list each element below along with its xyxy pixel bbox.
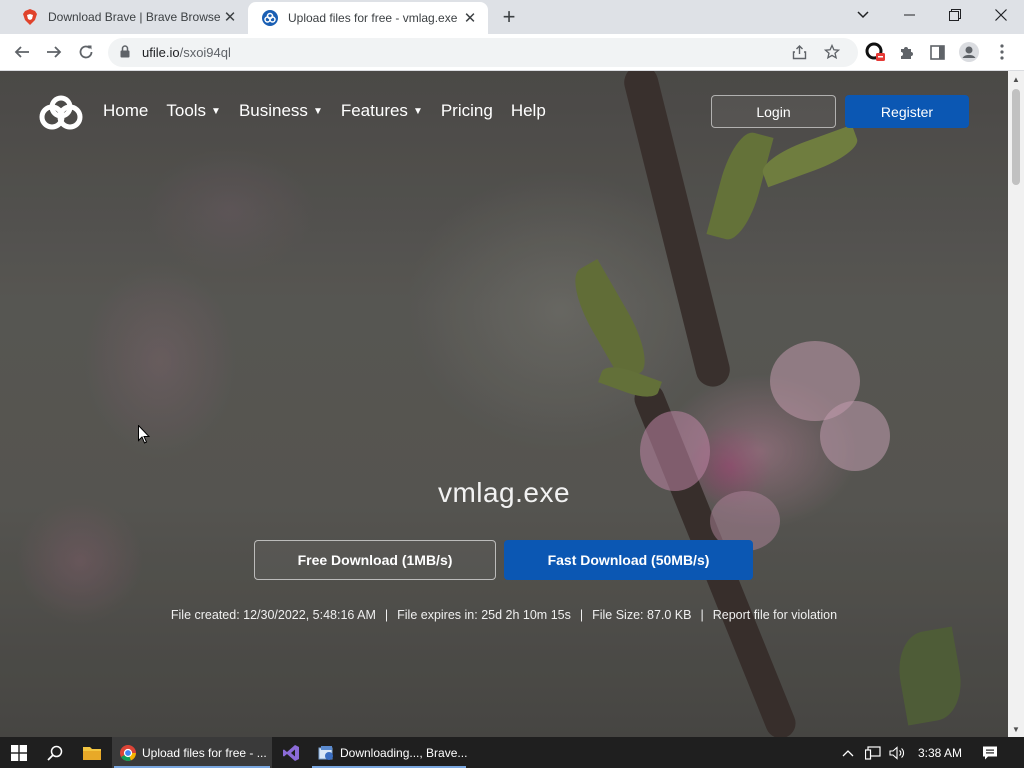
fast-download-button[interactable]: Fast Download (50MB/s) [504, 540, 753, 580]
show-hidden-icons-icon[interactable] [842, 737, 854, 768]
visual-studio-icon[interactable] [272, 737, 310, 768]
minimize-button[interactable] [886, 0, 932, 30]
tab-brave-download[interactable]: Download Brave | Brave Browser ✕ [8, 0, 248, 34]
login-button[interactable]: Login [711, 95, 836, 128]
url-path: /sxoi94ql [179, 45, 231, 60]
brave-lion-icon [22, 9, 38, 25]
file-size-text: File Size: 87.0 KB [592, 608, 692, 622]
tab-title: Upload files for free - vmlag.exe [288, 11, 458, 25]
new-tab-button[interactable]: + [496, 4, 522, 29]
free-download-button[interactable]: Free Download (1MB/s) [254, 540, 496, 580]
nav-label: Business [238, 101, 308, 120]
separator: | [579, 608, 584, 622]
restore-button[interactable] [932, 0, 978, 30]
back-button[interactable] [9, 39, 35, 65]
file-expires-text: File expires in: 25d 2h 10m 15s [397, 608, 571, 622]
close-icon[interactable]: ✕ [460, 8, 480, 28]
chevron-down-icon: ▼ [412, 105, 423, 117]
url-text: ufile.io/sxoi94ql [142, 45, 231, 60]
chevron-down-icon: ▼ [211, 105, 221, 117]
register-button[interactable]: Register [845, 95, 969, 128]
page-scrollbar[interactable]: ▲ ▼ [1008, 71, 1024, 737]
extension-icon[interactable] [862, 39, 888, 65]
nav-home[interactable]: Home [103, 101, 148, 121]
chevron-down-icon: ▼ [312, 105, 323, 117]
volume-icon[interactable] [889, 737, 905, 768]
url-host: ufile.io [142, 45, 180, 60]
windows-taskbar: Upload files for free - ... Downloading.… [0, 737, 1024, 768]
file-explorer-icon[interactable] [73, 737, 111, 768]
close-window-button[interactable] [978, 0, 1024, 30]
bookmark-star-icon[interactable] [823, 43, 841, 65]
nav-tools[interactable]: Tools ▼ [166, 101, 221, 121]
side-panel-icon[interactable] [924, 39, 950, 65]
taskbar-app-chrome[interactable]: Upload files for free - ... [112, 737, 272, 768]
taskbar-app-label: Upload files for free - ... [142, 745, 267, 760]
browser-toolbar: ufile.io/sxoi94ql [0, 34, 1024, 71]
profile-avatar-icon[interactable] [956, 39, 982, 65]
share-icon[interactable] [792, 45, 807, 65]
tab-search-chevron-icon[interactable] [840, 0, 886, 30]
reload-button[interactable] [73, 39, 99, 65]
file-created-text: File created: 12/30/2022, 5:48:16 AM [170, 608, 376, 622]
main-nav: Home Tools ▼ Business ▼ Features ▼ Pricing … [103, 101, 564, 121]
separator: | [700, 608, 704, 622]
puzzle-extensions-icon[interactable] [893, 39, 919, 65]
mouse-pointer-icon [138, 424, 151, 449]
nav-help[interactable]: Help [511, 101, 546, 121]
nav-label: Tools [166, 101, 207, 120]
separator: | [384, 608, 389, 622]
nav-label: Help [510, 101, 546, 120]
nav-label: Pricing [440, 101, 493, 120]
menu-kebab-icon[interactable] [989, 39, 1015, 65]
tab-title: Download Brave | Brave Browser [48, 10, 220, 24]
chrome-icon [120, 744, 136, 761]
nav-pricing[interactable]: Pricing [441, 101, 493, 121]
file-meta-info: File created: 12/30/2022, 5:48:16 AM | Fil… [0, 608, 1008, 622]
address-bar[interactable]: ufile.io/sxoi94ql [108, 38, 858, 67]
notification-center-icon[interactable] [982, 737, 998, 768]
nav-business[interactable]: Business ▼ [239, 101, 323, 121]
report-violation-link[interactable]: Report file for violation [713, 608, 837, 622]
windows-start-icon[interactable] [0, 737, 38, 768]
ufile-logo-icon [262, 10, 278, 26]
nav-label: Features [340, 101, 408, 120]
scroll-down-arrow-icon[interactable]: ▼ [1008, 721, 1024, 737]
file-name-heading: vmlag.exe [437, 477, 571, 508]
search-icon[interactable] [36, 737, 74, 768]
nav-label: Home [103, 101, 149, 120]
brave-installer-icon [318, 745, 334, 761]
network-icon[interactable] [865, 737, 881, 768]
tab-ufile[interactable]: Upload files for free - vmlag.exe ✕ [248, 2, 488, 34]
clock[interactable]: 3:38 AM [918, 737, 962, 768]
nav-features[interactable]: Features ▼ [341, 101, 423, 121]
webpage-viewport: Home Tools ▼ Business ▼ Features ▼ Pricing … [0, 71, 1008, 737]
taskbar-app-brave-installer[interactable]: Downloading..., Brave... [310, 737, 468, 768]
forward-button[interactable] [41, 39, 67, 65]
lock-icon[interactable] [120, 45, 130, 63]
ufile-logo-icon[interactable] [38, 95, 84, 131]
tab-strip: Download Brave | Brave Browser ✕ Upload … [0, 0, 1024, 34]
taskbar-app-label: Downloading..., Brave... [340, 745, 468, 760]
scrollbar-thumb[interactable] [1012, 89, 1020, 185]
scroll-up-arrow-icon[interactable]: ▲ [1008, 71, 1024, 87]
close-icon[interactable]: ✕ [220, 7, 240, 27]
